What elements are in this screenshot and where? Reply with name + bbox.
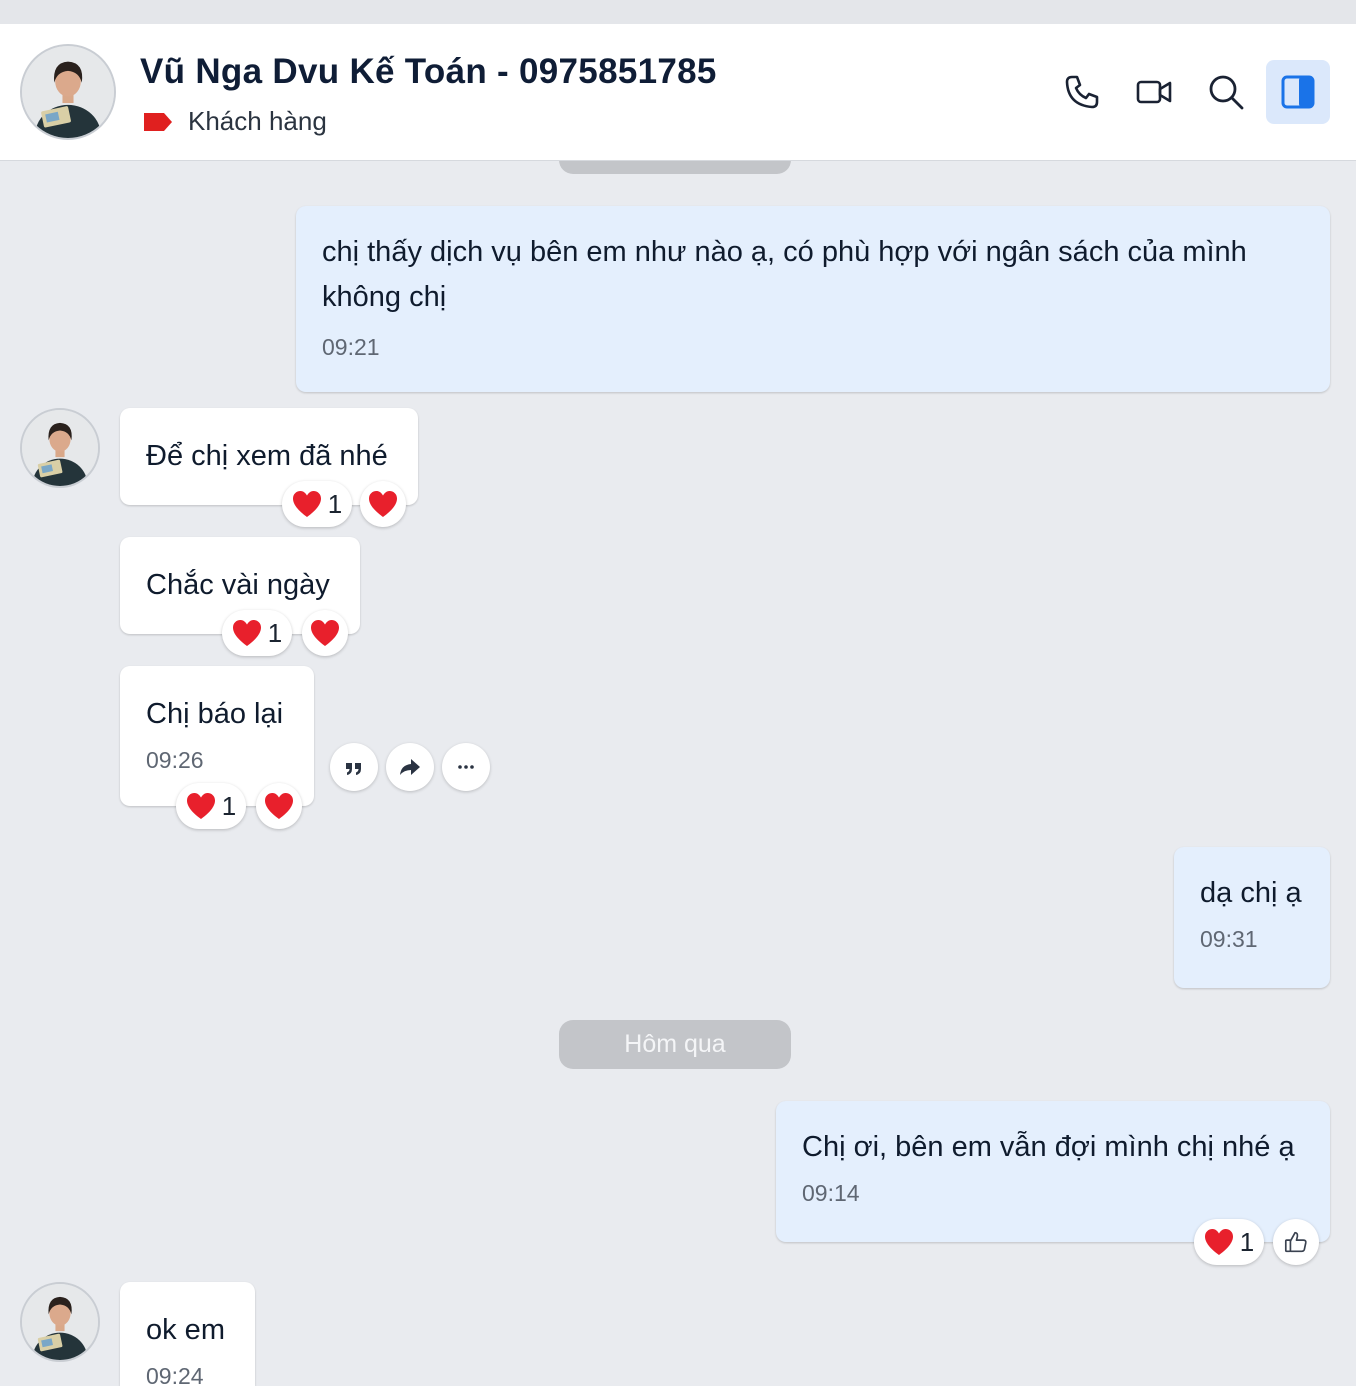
tag-icon: [144, 112, 172, 131]
thumbs-up-icon: [1284, 1231, 1307, 1253]
message-bubble-outgoing[interactable]: dạ chị ạ 09:31: [1174, 847, 1330, 988]
video-call-button[interactable]: [1122, 60, 1186, 124]
quote-button[interactable]: [330, 743, 378, 791]
conversation-header: Vũ Nga Dvu Kế Toán - 0975851785 Khách hà…: [0, 24, 1356, 161]
sender-avatar[interactable]: [20, 1282, 100, 1362]
message-text: Chị ơi, bên em vẫn đợi mình chị nhé ạ: [802, 1131, 1295, 1163]
search-button[interactable]: [1194, 60, 1258, 124]
reaction-count: 1: [221, 790, 237, 821]
reaction-count: 1: [1239, 1226, 1255, 1257]
phone-icon: [1065, 75, 1099, 109]
search-icon: [1209, 75, 1244, 110]
message-time: 09:31: [1200, 926, 1258, 952]
customer-tag[interactable]: Khách hàng: [142, 106, 327, 137]
sender-avatar[interactable]: [20, 408, 100, 488]
message-time: 09:21: [322, 334, 380, 360]
message-bubble-incoming[interactable]: ok em 09:24: [120, 1282, 255, 1386]
message-text: chị thấy dịch vụ bên em như nào ạ, có ph…: [322, 236, 1247, 313]
more-options-button[interactable]: [442, 743, 490, 791]
forward-icon: [400, 759, 420, 775]
video-call-icon: [1136, 80, 1172, 104]
message-text: dạ chị ạ: [1200, 877, 1302, 909]
phone-call-button[interactable]: [1050, 60, 1114, 124]
contact-avatar[interactable]: [20, 44, 116, 140]
tag-label: Khách hàng: [188, 106, 327, 136]
contact-name: Vũ Nga Dvu Kế Toán - 0975851785: [140, 52, 717, 91]
reaction-count: 1: [267, 617, 283, 648]
heart-icon: [311, 620, 339, 646]
add-reaction-button[interactable]: [360, 481, 406, 527]
message-text: ok em: [146, 1314, 225, 1346]
heart-icon: [265, 793, 293, 819]
toggle-sidebar-button[interactable]: [1266, 60, 1330, 124]
reaction-count: 1: [327, 488, 343, 519]
message-time: 09:14: [802, 1180, 860, 1206]
window-top-strip: [0, 0, 1356, 24]
message-bubble-outgoing[interactable]: chị thấy dịch vụ bên em như nào ạ, có ph…: [296, 206, 1330, 392]
quote-icon: [346, 763, 361, 775]
date-separator: Hôm qua: [559, 1020, 791, 1069]
reaction-summary[interactable]: 1: [222, 610, 292, 656]
like-reaction-button[interactable]: [1273, 1219, 1319, 1265]
reaction-summary[interactable]: 1: [176, 783, 246, 829]
message-time: 09:24: [146, 1363, 204, 1386]
reaction-summary[interactable]: 1: [282, 481, 352, 527]
reaction-summary[interactable]: 1: [1194, 1219, 1264, 1265]
forward-button[interactable]: [386, 743, 434, 791]
heart-icon: [232, 620, 261, 646]
add-reaction-button[interactable]: [256, 783, 302, 829]
add-reaction-button[interactable]: [302, 610, 348, 656]
message-text: Chắc vài ngày: [146, 569, 330, 601]
message-text: Chị báo lại: [146, 698, 284, 730]
heart-icon: [186, 793, 215, 819]
message-text: Để chị xem đã nhé: [146, 440, 388, 472]
more-icon: [458, 765, 474, 769]
heart-icon: [369, 491, 397, 517]
sidebar-panel-icon: [1281, 75, 1315, 109]
heart-icon: [292, 491, 321, 517]
message-time: 09:26: [146, 747, 204, 773]
heart-icon: [1204, 1229, 1233, 1255]
